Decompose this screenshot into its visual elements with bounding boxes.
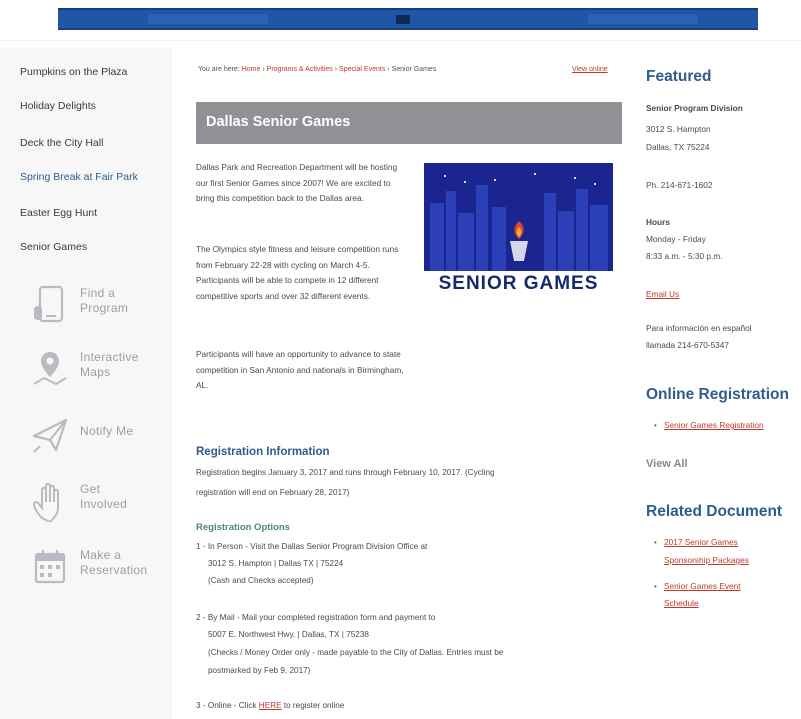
option-mail-line2: 5007 E. Northwest Hwy. | Dallas, TX | 75… [208, 630, 369, 639]
page-title: Dallas Senior Games [206, 114, 351, 130]
paper-plane-icon [32, 418, 68, 453]
tile-label-line2: Program [80, 301, 129, 315]
option-in-person-line3: (Cash and Checks accepted) [208, 576, 314, 585]
list-bullet: • [654, 582, 657, 591]
calendar-icon [34, 550, 66, 584]
intro-paragraph-3: Participants will have an opportunity to… [196, 349, 404, 391]
sidebar-link-senior-games[interactable]: Senior Games [20, 241, 87, 253]
breadcrumb-programs-link[interactable]: Programs & Activities [267, 66, 333, 73]
sidebar-link-easter-egg-hunt[interactable]: Easter Egg Hunt [20, 207, 97, 219]
division-name: Senior Program Division [646, 103, 743, 113]
page-title-bar: Dallas Senior Games [196, 102, 622, 144]
division-address-line2: Dallas, TX 75224 [646, 142, 710, 152]
registration-options-heading: Registration Options [196, 522, 290, 533]
option-online-suffix: to register online [281, 701, 345, 710]
tile-label-line1: Get [80, 482, 101, 496]
hours-heading: Hours [646, 217, 670, 227]
senior-games-promo-image: SENIOR GAMES [424, 163, 613, 297]
breadcrumb-current: Senior Games [391, 66, 437, 73]
intro-paragraph-2: The Olympics style fitness and leisure c… [196, 244, 399, 301]
sponsorship-packages-link-line2[interactable]: Sponsorship Packages [664, 555, 749, 565]
senior-games-wordmark: SENIOR GAMES [424, 271, 613, 297]
registration-dates-line1: Registration begins January 3, 2017 and … [196, 468, 495, 477]
intro-paragraph-1: Dallas Park and Recreation Department wi… [196, 162, 398, 204]
online-registration-heading: Online Registration [646, 386, 789, 403]
spanish-info-line1: Para información en español [646, 323, 752, 333]
register-online-link[interactable]: HERE [259, 701, 282, 710]
breadcrumb-prefix: You are here: [198, 66, 240, 73]
breadcrumb-special-events-link[interactable]: Special Events [339, 66, 385, 73]
list-bullet: • [654, 538, 657, 547]
tablet-icon [34, 285, 64, 323]
view-online-link[interactable]: View online [572, 66, 608, 73]
hours-days: Monday - Friday [646, 234, 706, 244]
option-online-line: 3 - Online - Click HERE to register onli… [196, 701, 344, 710]
tile-label-line2: Maps [80, 365, 111, 379]
left-sidebar: Pumpkins on the Plaza Holiday Delights D… [0, 48, 172, 719]
find-program-tile[interactable]: Find a Program [22, 276, 166, 340]
hand-icon [32, 482, 59, 522]
tile-label-line2: Involved [80, 497, 128, 511]
breadcrumb-home-link[interactable]: Home [242, 66, 261, 73]
related-documents-heading: Related Document [646, 503, 783, 520]
option-mail-line4: postmarked by Feb 9, 2017) [208, 666, 311, 675]
city-skyline-graphic [424, 163, 613, 271]
top-nav-item[interactable] [148, 14, 268, 24]
header-divider [0, 40, 801, 41]
option-in-person-line2: 3012 S. Hampton | Dallas TX | 75224 [208, 559, 344, 568]
sidebar-link-pumpkins[interactable]: Pumpkins on the Plaza [20, 66, 127, 78]
tile-label-line1: Interactive [80, 350, 139, 364]
tile-label-line1: Notify Me [80, 424, 134, 438]
event-schedule-link-line2[interactable]: Schedule [664, 598, 699, 608]
view-all-link[interactable]: View All [646, 458, 688, 470]
map-pin-icon [33, 352, 67, 386]
make-reservation-tile[interactable]: Make a Reservation [22, 538, 166, 602]
get-involved-tile[interactable]: Get Involved [22, 472, 166, 536]
email-us-link[interactable]: Email Us [646, 289, 679, 299]
sidebar-link-holiday-delights[interactable]: Holiday Delights [20, 100, 96, 112]
tile-label-line1: Make a [80, 548, 122, 562]
sponsorship-packages-link-line1[interactable]: 2017 Senior Games [664, 537, 738, 547]
tile-label-line2: Reservation [80, 563, 148, 577]
option-in-person-line1: 1 - In Person - Visit the Dallas Senior … [196, 542, 428, 551]
top-navigation-bar[interactable] [58, 8, 758, 30]
option-online-prefix: 3 - Online - Click [196, 701, 259, 710]
interactive-maps-tile[interactable]: Interactive Maps [22, 340, 166, 404]
top-nav-divider [396, 15, 410, 24]
option-mail-line3: (Checks / Money Order only - made payabl… [208, 648, 504, 657]
registration-info-heading: Registration Information [196, 446, 330, 458]
spanish-info-line2: llamada 214-670-5347 [646, 340, 730, 350]
sidebar-link-spring-break[interactable]: Spring Break at Fair Park [20, 171, 138, 183]
division-address-line1: 3012 S. Hampton [646, 124, 711, 134]
list-bullet: • [654, 421, 657, 430]
option-mail-line1: 2 - By Mail - Mail your completed regist… [196, 613, 436, 622]
division-phone: Ph. 214-671-1602 [646, 180, 713, 190]
sidebar-link-deck-city-hall[interactable]: Deck the City Hall [20, 137, 103, 149]
featured-heading: Featured [646, 68, 712, 85]
breadcrumb: You are here: Home › Programs & Activiti… [198, 66, 436, 73]
notify-me-tile[interactable]: Notify Me [22, 406, 166, 470]
top-nav-item[interactable] [588, 14, 698, 24]
hours-time: 8:33 a.m. - 5:30 p.m. [646, 251, 723, 261]
registration-dates-line2: registration will end on February 28, 20… [196, 488, 350, 497]
tile-label-line1: Find a [80, 286, 116, 300]
event-schedule-link-line1[interactable]: Senior Games Event [664, 581, 741, 591]
senior-games-registration-link[interactable]: Senior Games Registration [664, 420, 764, 430]
